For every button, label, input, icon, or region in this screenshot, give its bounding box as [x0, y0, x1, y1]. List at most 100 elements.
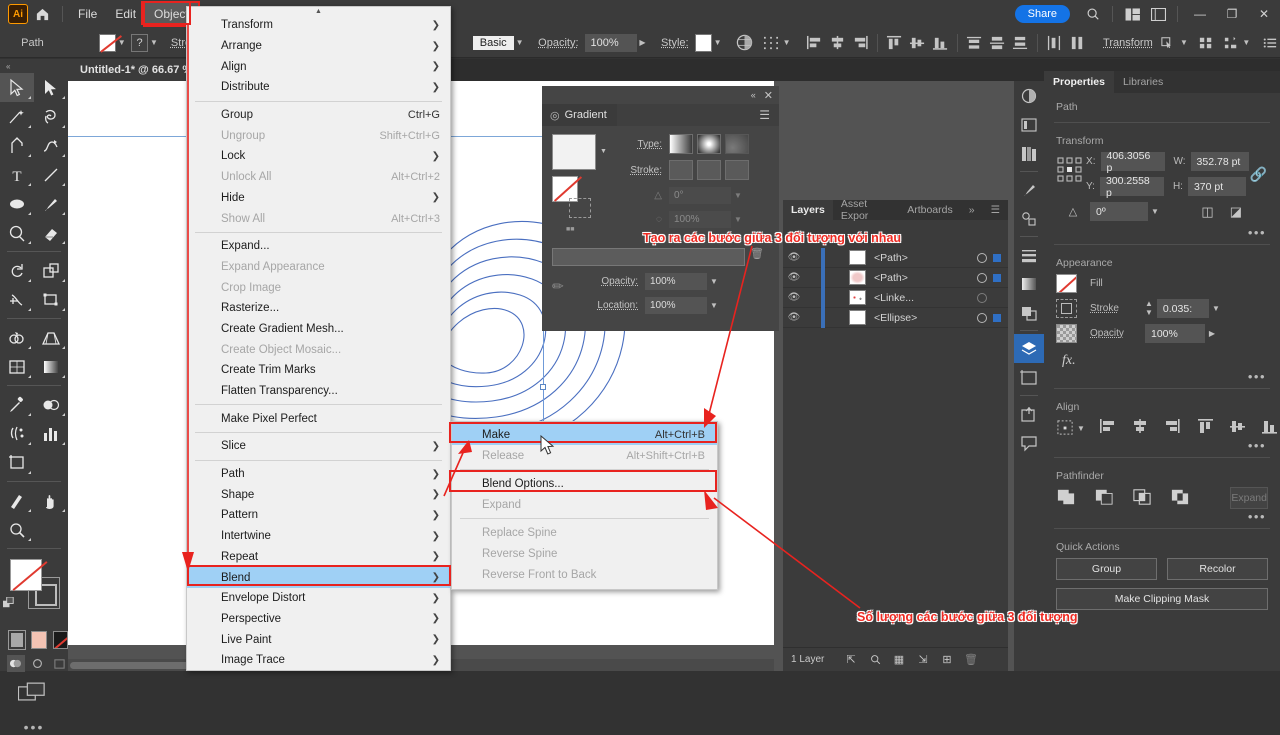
workspace-switcher-icon[interactable] [1145, 0, 1171, 28]
gradient-stroke-swatch[interactable] [569, 198, 591, 218]
stroke-swatch[interactable] [1056, 299, 1077, 318]
layer-thumbnail[interactable] [849, 250, 866, 265]
layer-target-icon[interactable] [977, 253, 987, 263]
artboard-tool[interactable] [0, 448, 34, 477]
group-icon[interactable] [1197, 32, 1216, 54]
change-screen-mode-icon[interactable] [0, 672, 68, 705]
scale-tool[interactable] [34, 256, 68, 285]
chevron-down-icon[interactable]: ▼ [712, 34, 724, 52]
layer-row[interactable]: 👁<Ellipse> [783, 308, 1008, 328]
align-horizontal-center-icon[interactable] [1131, 418, 1149, 438]
recolor-button[interactable]: Recolor [1167, 558, 1268, 580]
align-vertical-center-icon[interactable] [906, 32, 929, 54]
comments-icon[interactable] [1014, 428, 1044, 457]
object-menu-item-rasterize[interactable]: Rasterize... [187, 298, 450, 319]
shaper-tool[interactable] [0, 218, 34, 247]
intersect-icon[interactable] [1132, 488, 1152, 509]
stepper-icon[interactable]: ▲▼ [1145, 300, 1153, 318]
flip-horizontal-icon[interactable]: ◫ [1201, 204, 1213, 220]
appearance-more-options-icon[interactable]: ••• [1044, 369, 1280, 384]
stroke-along-icon[interactable] [697, 160, 721, 180]
blend-tool[interactable] [34, 390, 68, 419]
swap-fill-stroke-icon[interactable] [3, 597, 16, 610]
object-menu-item-lock[interactable]: Lock❯ [187, 146, 450, 167]
close-button[interactable]: ✕ [1248, 0, 1280, 28]
graphic-style-swatch[interactable] [695, 34, 712, 52]
chevron-down-icon[interactable]: ▼ [731, 210, 745, 228]
tab-artboards[interactable]: Artboards [899, 200, 961, 220]
object-menu-item-expand[interactable]: Expand... [187, 236, 450, 257]
fx-button[interactable]: fx. [1044, 349, 1280, 369]
layer-thumbnail[interactable] [849, 310, 866, 325]
hand-tool[interactable] [34, 486, 68, 515]
scroll-up-icon[interactable]: ▲ [187, 7, 450, 15]
object-menu-item-blend[interactable]: Blend❯ [187, 567, 450, 588]
object-menu-item-pattern[interactable]: Pattern❯ [187, 505, 450, 526]
fill-color-swatch[interactable] [99, 34, 116, 52]
pen-tool[interactable] [0, 131, 34, 160]
stroke-label[interactable]: Stroke [1090, 303, 1140, 314]
chevron-down-icon[interactable]: ▼ [781, 34, 793, 52]
object-menu-item-create-trim-marks[interactable]: Create Trim Marks [187, 360, 450, 381]
delete-selection-icon[interactable]: 🗑 [959, 648, 983, 672]
perspective-grid-tool[interactable] [34, 323, 68, 352]
h-value[interactable]: 370 pt [1188, 177, 1246, 196]
color-mode-button[interactable] [9, 631, 25, 649]
object-menu-item-live-paint[interactable]: Live Paint❯ [187, 629, 450, 650]
search-icon[interactable] [863, 648, 887, 672]
layer-row[interactable]: 👁<Path> [783, 248, 1008, 268]
layer-thumbnail[interactable] [849, 290, 866, 305]
asset-export-icon[interactable] [1014, 399, 1044, 428]
blend-submenu-item-make[interactable]: MakeAlt+Ctrl+B [452, 424, 717, 445]
column-graph-tool[interactable] [34, 419, 68, 448]
transform-label[interactable]: Transform [1103, 37, 1153, 49]
x-value[interactable]: 406.3056 p [1101, 152, 1165, 171]
freeform-gradient-icon[interactable] [725, 134, 749, 154]
stroke-color-swatch[interactable]: ? [131, 34, 148, 52]
object-menu-item-group[interactable]: GroupCtrl+G [187, 105, 450, 126]
pathfinder-more-options-icon[interactable]: ••• [1044, 509, 1280, 524]
distribute-bottom-icon[interactable] [1009, 32, 1032, 54]
gradient-panel-icon[interactable] [1014, 269, 1044, 298]
direct-selection-tool[interactable] [34, 73, 68, 102]
gradient-preview-swatch[interactable] [552, 134, 596, 170]
chevron-down-icon[interactable]: ▼ [1209, 300, 1223, 318]
opacity-expand-icon[interactable]: ▶ [637, 34, 649, 52]
symbols-icon[interactable] [1014, 204, 1044, 233]
stroke-panel-icon[interactable] [1014, 240, 1044, 269]
group-button[interactable]: Group [1056, 558, 1157, 580]
expand-button[interactable]: Expand [1230, 487, 1268, 509]
chevron-down-icon[interactable]: ▼ [731, 186, 745, 204]
object-menu-item-distribute[interactable]: Distribute❯ [187, 77, 450, 98]
selection-handle[interactable] [540, 384, 546, 390]
gradient-location-value[interactable]: 100% [645, 297, 707, 314]
align-vertical-center-icon[interactable] [1229, 418, 1247, 438]
stroke-across-icon[interactable] [725, 160, 749, 180]
layer-name[interactable]: <Path> [874, 272, 977, 284]
select-similar-objects-icon[interactable] [761, 32, 780, 54]
align-to-selection-icon[interactable]: ▼ [1056, 419, 1085, 437]
object-menu-item-create-gradient-mesh[interactable]: Create Gradient Mesh... [187, 319, 450, 340]
width-tool[interactable] [0, 285, 34, 314]
layer-target-icon[interactable] [977, 293, 987, 303]
color-guide-icon[interactable] [1014, 110, 1044, 139]
align-more-options-icon[interactable]: ••• [1044, 438, 1280, 453]
reference-point-icon[interactable] [1056, 152, 1086, 187]
chevron-down-icon[interactable]: ▼ [1178, 34, 1190, 52]
blend-submenu-item-blend-options[interactable]: Blend Options... [452, 473, 717, 494]
search-icon[interactable] [1080, 0, 1106, 28]
object-menu-item-repeat[interactable]: Repeat❯ [187, 547, 450, 568]
brushes-icon[interactable] [1014, 175, 1044, 204]
stroke-within-icon[interactable] [669, 160, 693, 180]
opacity-label[interactable]: Opacity [1090, 328, 1140, 339]
opacity-value[interactable]: 100% [1145, 324, 1205, 343]
arrange-documents-icon[interactable] [1119, 0, 1145, 28]
layer-name[interactable]: <Ellipse> [874, 312, 977, 324]
align-bottom-icon[interactable] [1261, 418, 1279, 438]
layer-visibility-icon[interactable]: 👁 [783, 272, 805, 283]
eraser-tool[interactable] [34, 218, 68, 247]
line-segment-tool[interactable] [34, 160, 68, 189]
layer-visibility-icon[interactable]: 👁 [783, 292, 805, 303]
layer-row[interactable]: 👁 <Path> [783, 268, 1008, 288]
object-menu-item-image-trace[interactable]: Image Trace❯ [187, 650, 450, 671]
